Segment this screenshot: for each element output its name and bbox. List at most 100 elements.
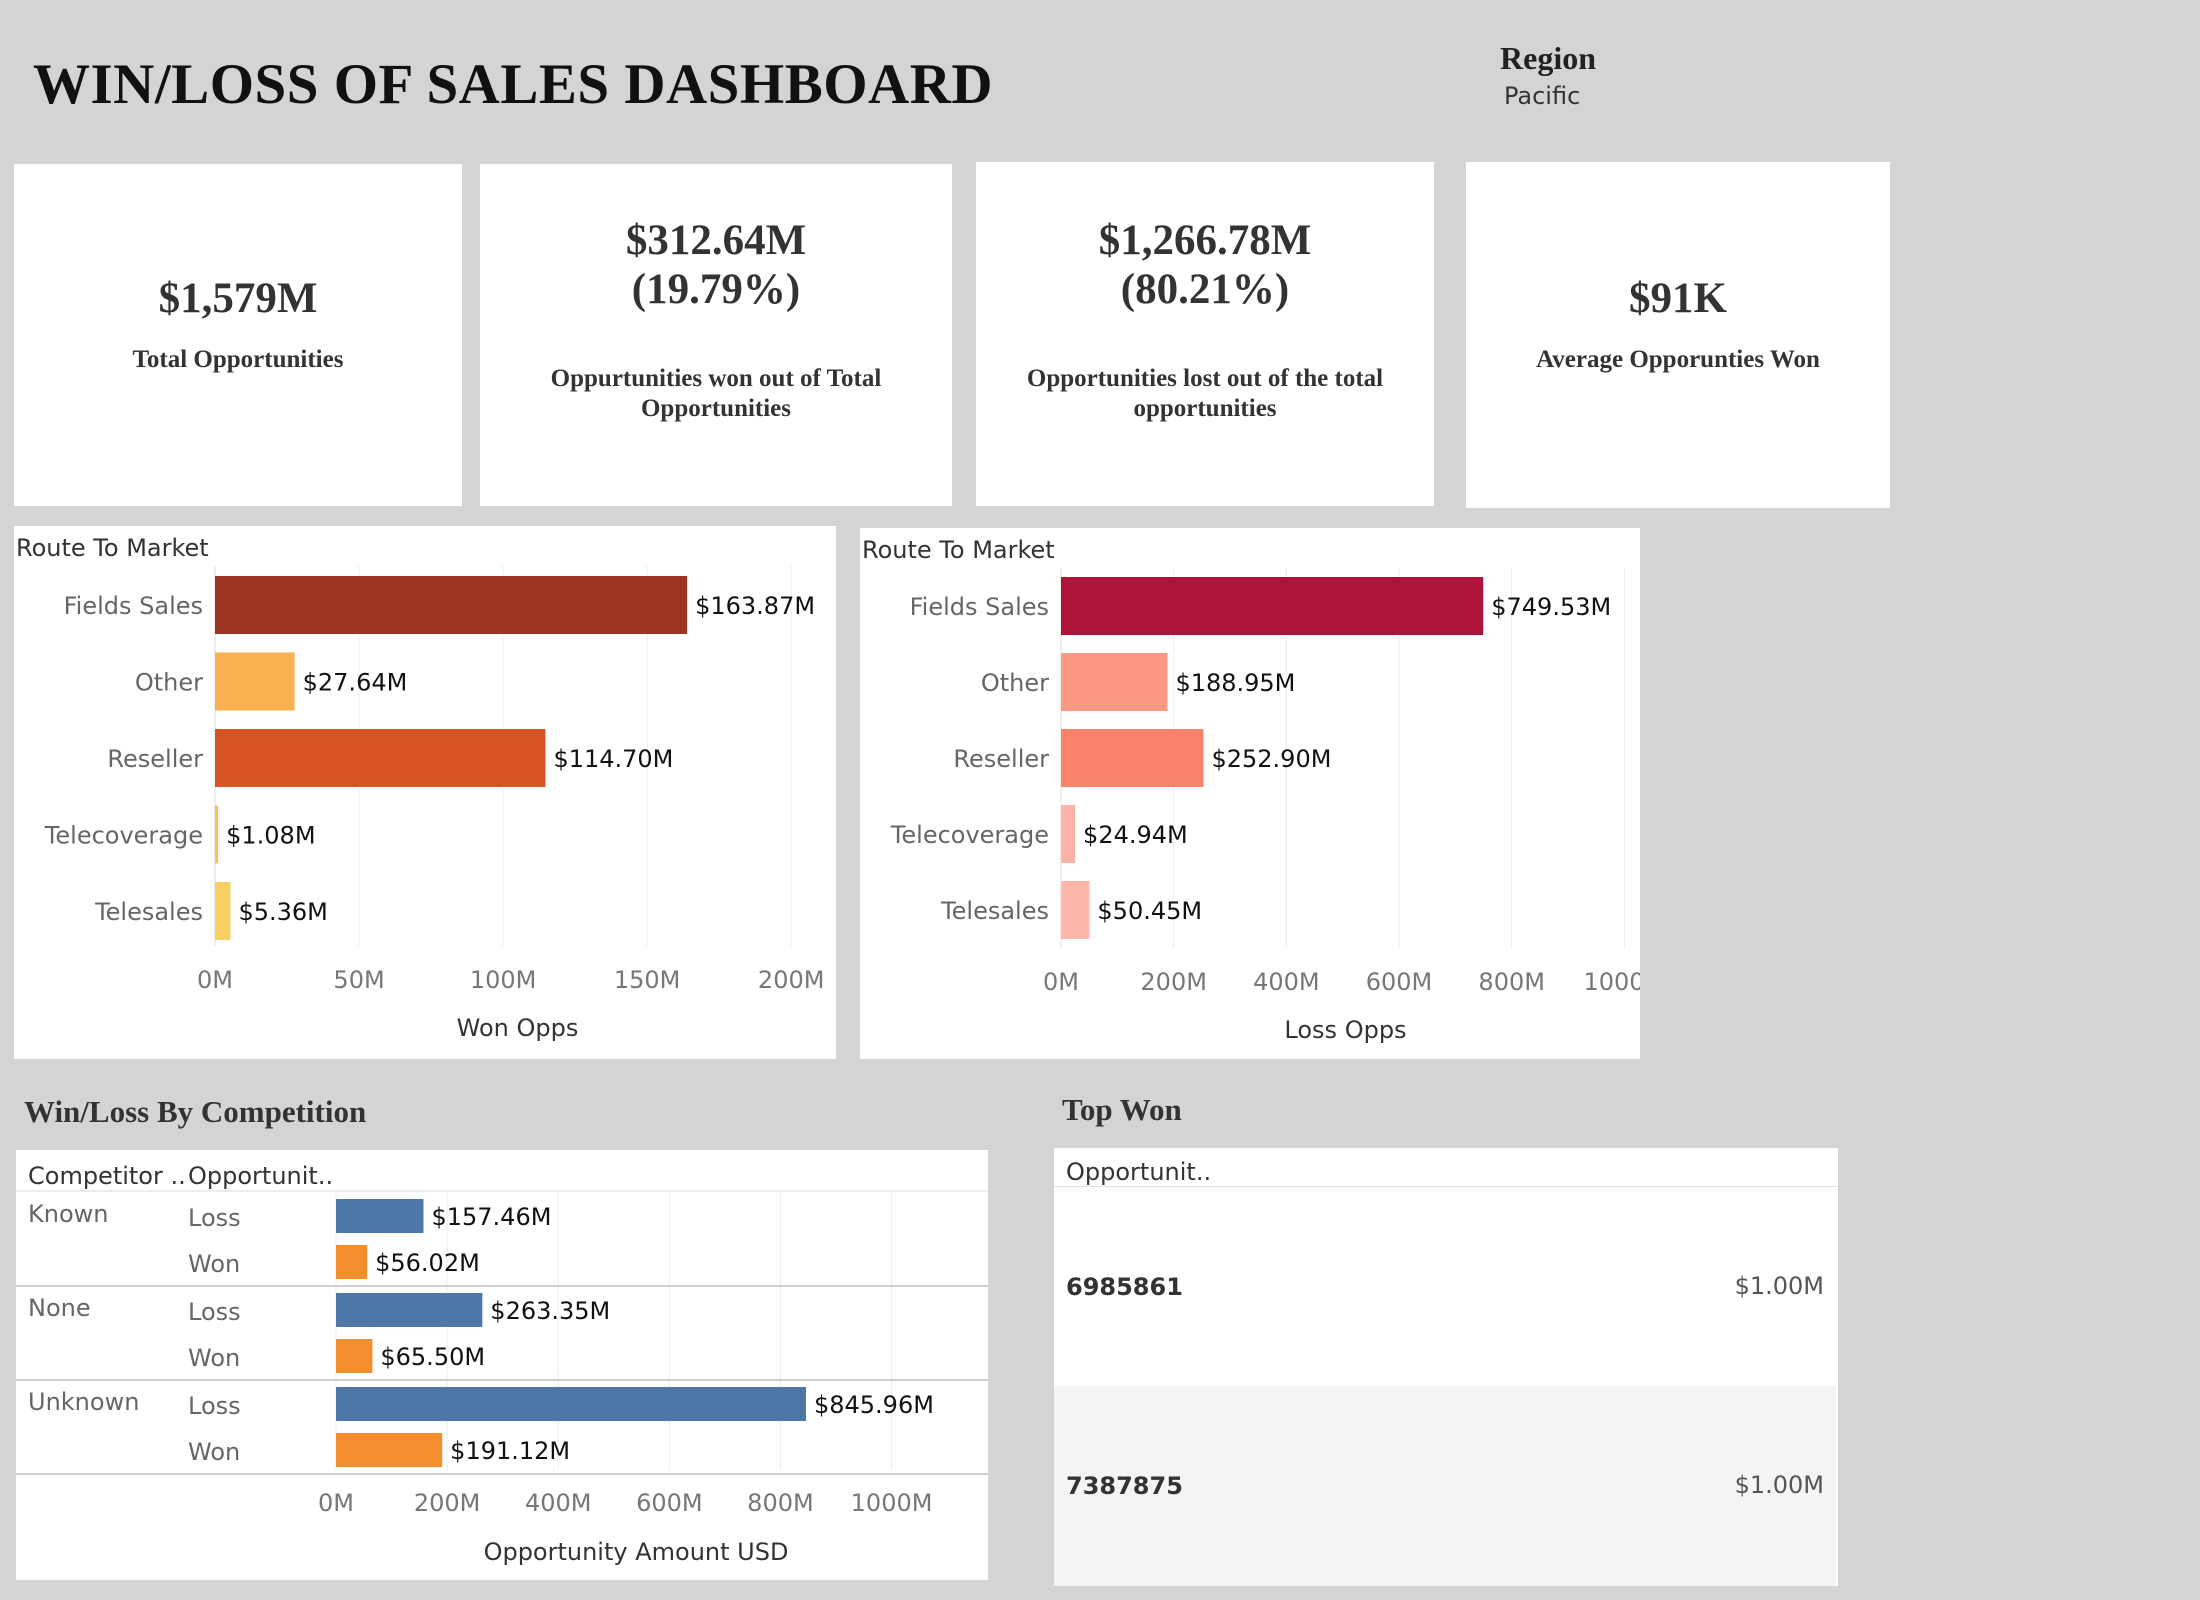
- kpi-lost-value-amount: $1,266.78M: [1098, 217, 1312, 264]
- category-label-reseller: Reseller: [953, 745, 1049, 773]
- bar-value-label: $27.64M: [303, 669, 408, 697]
- region-filter-value[interactable]: Pacific: [1504, 82, 1580, 110]
- x-tick-label: 0M: [197, 966, 233, 994]
- outcome-label-won: Won: [188, 1250, 240, 1278]
- top-won-header[interactable]: Opportunit..: [1066, 1158, 1211, 1186]
- loss-route-panel: Route To Market 0M200M400M600M800M1000MF…: [860, 528, 1640, 1059]
- category-label-fields-sales: Fields Sales: [910, 593, 1049, 621]
- dashboard-title: WIN/LOSS OF SALES DASHBOARD: [33, 53, 994, 116]
- bar-value-label: $163.87M: [695, 592, 815, 620]
- x-tick-label: 600M: [1366, 968, 1433, 996]
- kpi-lost-label-line2: opportunities: [1133, 395, 1277, 422]
- bar-value-label: $1.08M: [226, 822, 315, 850]
- bar-value-label: $50.45M: [1097, 897, 1202, 925]
- top-won-row-id: 6985861: [1066, 1273, 1183, 1301]
- category-label-reseller: Reseller: [107, 745, 203, 773]
- won-route-panel: Route To Market 0M 50M 100M 150M 200M Fields …: [14, 526, 836, 1059]
- kpi-lost-label-line1: Opportunities lost out of the total: [1026, 365, 1384, 392]
- kpi-won-label-line1: Oppurtunities won out of Total: [550, 365, 882, 392]
- bar-value-label: $114.70M: [553, 745, 673, 773]
- kpi-average-won: $91K Average Opporunties Won: [1466, 162, 1890, 508]
- outcome-label-loss: Loss: [188, 1204, 241, 1232]
- outcome-label-won: Won: [188, 1438, 240, 1466]
- bar-known-loss: [336, 1199, 424, 1233]
- bar-value-label: $65.50M: [380, 1343, 485, 1371]
- x-tick-label: 0M: [318, 1489, 354, 1517]
- kpi-lost-opportunities: $1,266.78M (80.21%) Opportunities lost o…: [976, 162, 1434, 506]
- kpi-total-value: $1,579M: [158, 275, 318, 322]
- x-tick-label: 200M: [414, 1489, 481, 1517]
- category-label-telesales: Telesales: [940, 897, 1049, 925]
- x-tick-label: 1000M: [1583, 968, 1640, 996]
- outcome-label-loss: Loss: [188, 1298, 241, 1326]
- bar-reseller: [215, 729, 546, 787]
- kpi-avg-label: Average Opporunties Won: [1536, 346, 1820, 373]
- bar-other: [1061, 653, 1168, 711]
- category-label-other: Other: [981, 669, 1049, 697]
- kpi-avg-value: $91K: [1629, 275, 1727, 322]
- bar-value-label: $263.35M: [490, 1297, 610, 1325]
- kpi-won-value-amount: $312.64M: [625, 217, 807, 264]
- category-label-telecoverage: Telecoverage: [44, 822, 203, 850]
- competitor-label-unknown: Unknown: [28, 1388, 139, 1416]
- region-filter-label: Region: [1500, 40, 1596, 76]
- bar-fields-sales: [215, 576, 688, 634]
- bar-value-label: $845.96M: [814, 1391, 934, 1419]
- x-tick-label: 400M: [1253, 968, 1320, 996]
- x-tick-label: 200M: [758, 966, 825, 994]
- competitor-label-none: None: [28, 1294, 91, 1322]
- table-row[interactable]: 6985861 $1.00M: [1054, 1188, 1836, 1386]
- kpi-lost-value-percent: (80.21%): [1120, 266, 1290, 313]
- bar-telecoverage: [215, 805, 219, 864]
- top-won-title: Top Won: [1062, 1092, 1182, 1127]
- bar-value-label: $157.46M: [431, 1203, 551, 1231]
- opportunity-column-header: Opportunit..: [188, 1162, 333, 1190]
- loss-route-chart: 0M 200M 400M 600M 800M 1000M Fields Sales $749.…: [890, 568, 1640, 1044]
- x-tick-label: 100M: [470, 966, 537, 994]
- top-won-row-value: $1.00M: [1734, 1471, 1824, 1499]
- bar-unknown-loss: [336, 1387, 806, 1421]
- x-tick-label: 200M: [1140, 968, 1207, 996]
- bar-telesales: [1061, 881, 1090, 939]
- bar-telesales: [215, 882, 231, 940]
- x-tick-label: 800M: [747, 1489, 814, 1517]
- x-tick-label: 150M: [614, 966, 681, 994]
- category-label-telesales: Telesales: [94, 898, 203, 926]
- category-label-fields-sales: Fields Sales: [64, 592, 203, 620]
- bar-value-label: $188.95M: [1175, 669, 1295, 697]
- table-row[interactable]: 7387875 $1.00M: [1054, 1386, 1836, 1586]
- kpi-total-opportunities: $1,579M Total Opportunities: [14, 164, 462, 506]
- x-tick-label: 50M: [333, 966, 384, 994]
- bar-known-won: [336, 1245, 368, 1279]
- kpi-won-opportunities: $312.64M (19.79%) Oppurtunities won out …: [480, 164, 952, 506]
- competition-title: Win/Loss By Competition: [24, 1094, 367, 1129]
- kpi-total-label: Total Opportunities: [132, 346, 344, 373]
- bar-value-label: $252.90M: [1211, 745, 1331, 773]
- x-tick-label: 0M: [1043, 968, 1079, 996]
- bar-value-label: $749.53M: [1491, 593, 1611, 621]
- bar-none-won: [336, 1339, 373, 1373]
- kpi-won-label-line2: Opportunities: [640, 395, 792, 422]
- bar-value-label: $56.02M: [375, 1249, 480, 1277]
- outcome-label-loss: Loss: [188, 1392, 241, 1420]
- bar-value-label: $24.94M: [1083, 821, 1188, 849]
- bar-other: [215, 652, 295, 711]
- category-label-telecoverage: Telecoverage: [890, 821, 1049, 849]
- competition-panel: Competitor .. Opportunit.. Known Loss $157.4…: [16, 1150, 988, 1580]
- x-tick-label: 800M: [1478, 968, 1545, 996]
- bar-value-label: $5.36M: [238, 898, 327, 926]
- x-axis-title: Won Opps: [457, 1014, 579, 1042]
- bar-telecoverage: [1061, 805, 1076, 863]
- bar-value-label: $191.12M: [450, 1437, 570, 1465]
- x-tick-label: 600M: [636, 1489, 703, 1517]
- top-won-table: Opportunit.. 6985861 $1.00M 7387875 $1.0…: [1054, 1148, 1838, 1586]
- competition-chart: Competitor .. Opportunit.. Known Loss $157.4…: [16, 1162, 988, 1566]
- category-label-other: Other: [135, 669, 203, 697]
- x-tick-label: 1000M: [851, 1489, 933, 1517]
- bar-unknown-won: [336, 1433, 443, 1467]
- bar-reseller: [1061, 729, 1204, 787]
- kpi-won-value-percent: (19.79%): [631, 266, 801, 313]
- x-tick-label: 400M: [525, 1489, 592, 1517]
- x-axis-title: Loss Opps: [1284, 1016, 1406, 1044]
- competitor-label-known: Known: [28, 1200, 108, 1228]
